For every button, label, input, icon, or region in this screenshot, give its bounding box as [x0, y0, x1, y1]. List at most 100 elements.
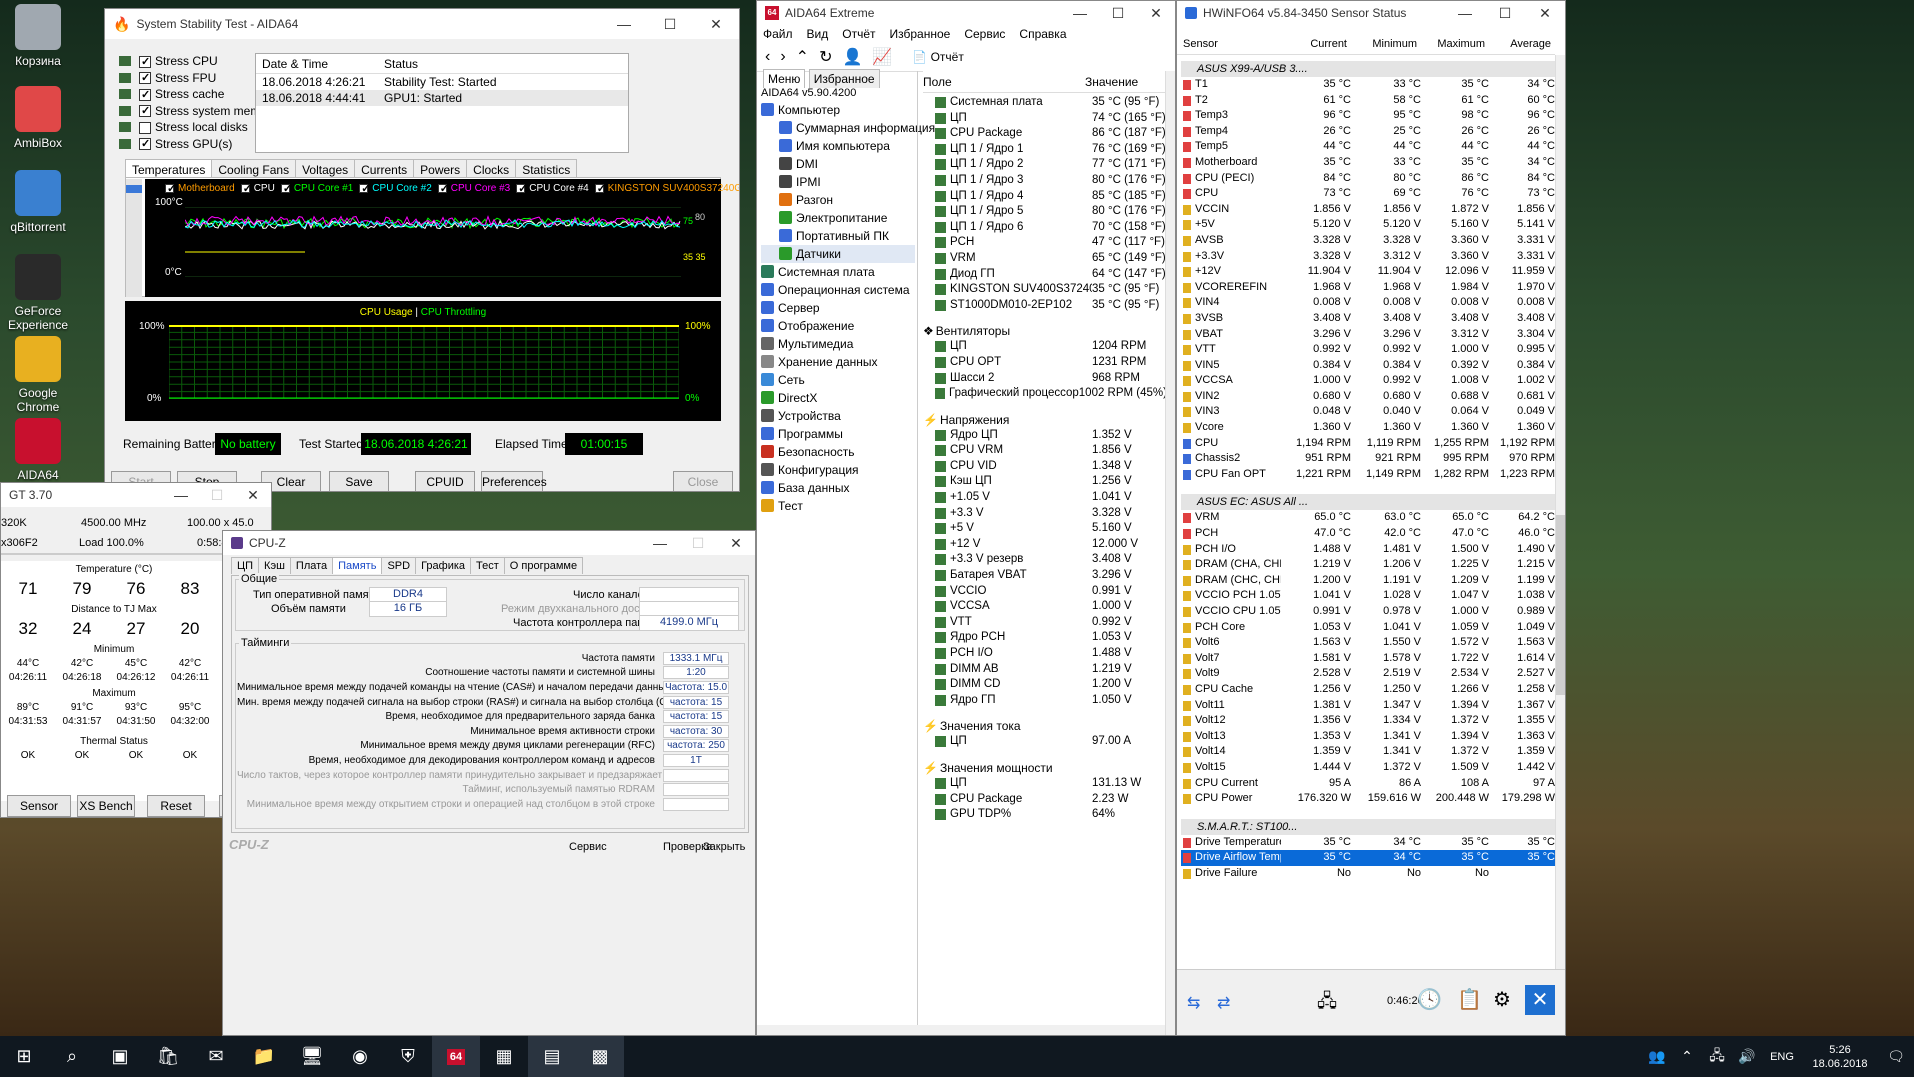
hw-header-maximum[interactable]: Maximum [1417, 33, 1485, 54]
sensor-row[interactable]: VCCIO 0.991 V [923, 584, 1167, 600]
reset-button[interactable]: Reset [147, 795, 205, 817]
sensor-row[interactable]: ЦП 131.13 W [923, 776, 1167, 792]
arrows-left-icon[interactable]: ⇆ [1187, 993, 1200, 1013]
col-value[interactable]: Значение [1085, 75, 1138, 89]
hw-sensor-row[interactable]: DRAM (CHC, CHD) 1.200 V 1.191 V 1.209 V 1.19… [1181, 573, 1555, 589]
hw-sensor-row[interactable]: Volt12 1.356 V 1.334 V 1.372 V 1.355 V [1181, 713, 1555, 729]
hw-sensor-row[interactable]: Drive Failure No No No [1181, 866, 1555, 882]
cpuz-tab[interactable]: Графика [415, 557, 472, 574]
hwinfo-titlebar[interactable]: HWiNFO64 v5.84-3450 Sensor Status — ☐ ✕ [1177, 1, 1565, 25]
report-add-icon[interactable]: 📋 [1457, 987, 1482, 1012]
hw-sensor-row[interactable]: VCCIO CPU 1.05V 0.991 V 0.978 V 1.000 V 0.98… [1181, 604, 1555, 620]
tree-item[interactable]: Портативный ПК [761, 227, 915, 245]
tab-menu[interactable]: Меню [763, 69, 806, 88]
hw-sensor-row[interactable]: AVSB 3.328 V 3.328 V 3.360 V 3.331 V [1181, 233, 1555, 249]
report-button[interactable]: Отчёт [931, 50, 964, 64]
hw-sensor-row[interactable]: VIN3 0.048 V 0.040 V 0.064 V 0.049 V [1181, 404, 1555, 420]
cpuz-tab[interactable]: О программе [503, 557, 584, 574]
col-field[interactable]: Поле [923, 75, 1085, 89]
maximize-button[interactable]: ☐ [199, 483, 235, 510]
app-taskbar-icon[interactable]: ▦ [480, 1036, 528, 1077]
tree-item[interactable]: Разгон [761, 191, 915, 209]
hw-sensor-row[interactable]: PCH Core 1.053 V 1.041 V 1.059 V 1.049 V [1181, 620, 1555, 636]
log-row[interactable]: 18.06.2018 4:26:21 Stability Test: Starte… [256, 74, 628, 90]
cpuz-titlebar[interactable]: CPU-Z — ☐ ✕ [223, 531, 755, 555]
hw-sensor-row[interactable]: Chassis2 951 RPM 921 RPM 995 RPM 970 RPM [1181, 451, 1555, 467]
hw-sensor-row[interactable]: VCCIN 1.856 V 1.856 V 1.872 V 1.856 V [1181, 202, 1555, 218]
tree-item[interactable]: Устройства [761, 407, 915, 425]
tree-item[interactable]: Хранение данных [761, 353, 915, 371]
hw-header-minimum[interactable]: Minimum [1347, 33, 1417, 54]
cpuid-button[interactable]: CPUID [415, 471, 475, 491]
stress-checkbox[interactable] [139, 103, 151, 120]
hw-sensor-row[interactable]: T2 61 °C 58 °C 61 °C 60 °C [1181, 93, 1555, 109]
language-indicator[interactable]: ENG [1762, 1036, 1802, 1077]
hw-sensor-row[interactable]: CPU Fan OPT 1,221 RPM 1,149 RPM 1,282 RPM 1,… [1181, 467, 1555, 483]
hw-sensor-row[interactable]: VTT 0.992 V 0.992 V 1.000 V 0.995 V [1181, 342, 1555, 358]
desktop-icon-recycle-bin[interactable]: Корзина [4, 4, 72, 68]
log-row[interactable]: 18.06.2018 4:44:41 GPU1: Started [256, 90, 628, 106]
stress-option[interactable]: Stress CPU [119, 53, 277, 70]
hw-sensor-row[interactable]: Drive Airflow Temp... 35 °C 34 °C 35 °C 35 °… [1181, 850, 1555, 866]
mail-icon[interactable]: ✉ [192, 1036, 240, 1077]
sensor-row[interactable]: Системная плата 35 °C (95 °F) [923, 95, 1167, 111]
sensor-row[interactable]: VTT 0.992 V [923, 615, 1167, 631]
stress-option[interactable]: Stress system memory [119, 103, 277, 120]
hw-sensor-row[interactable]: +5V 5.120 V 5.120 V 5.160 V 5.141 V [1181, 217, 1555, 233]
hw-sensor-row[interactable]: Volt6 1.563 V 1.550 V 1.572 V 1.563 V [1181, 635, 1555, 651]
tree-item[interactable]: Компьютер [761, 101, 915, 119]
tree-item[interactable]: Суммарная информация [761, 119, 935, 137]
store-icon[interactable]: 🛍 [144, 1036, 192, 1077]
temp-scroll[interactable] [126, 179, 142, 297]
sensor-row[interactable]: ЦП 1 / Ядро 6 70 °C (158 °F) [923, 220, 1167, 236]
sensor-row[interactable]: CPU Package 2.23 W [923, 792, 1167, 808]
sensor-group[interactable]: ASUS EC: ASUS All ... [1181, 494, 1555, 511]
sensor-row[interactable]: ЦП 1204 RPM [923, 339, 1167, 355]
sensor-row[interactable]: ЦП 1 / Ядро 3 80 °C (176 °F) [923, 173, 1167, 189]
sensor-row[interactable]: ЦП 97.00 A [923, 734, 1167, 750]
hw-sensor-row[interactable]: PCH 47.0 °C 42.0 °C 47.0 °C 46.0 °C [1181, 526, 1555, 542]
hw-sensor-row[interactable]: VCCSA 1.000 V 0.992 V 1.008 V 1.002 V [1181, 373, 1555, 389]
network-tray-icon[interactable]: 🖧 [1702, 1036, 1732, 1077]
sensor-row[interactable]: +1.05 V 1.041 V [923, 490, 1167, 506]
hw-sensor-row[interactable]: Volt13 1.353 V 1.341 V 1.394 V 1.363 V [1181, 729, 1555, 745]
minimize-button[interactable]: — [641, 531, 679, 558]
people-icon[interactable]: 👥 [1642, 1036, 1672, 1077]
hw-sensor-row[interactable]: Volt7 1.581 V 1.578 V 1.722 V 1.614 V [1181, 651, 1555, 667]
legend-checkbox[interactable] [437, 182, 449, 195]
legend-checkbox[interactable] [516, 182, 527, 195]
up-icon[interactable]: ⌃ [796, 47, 809, 67]
sensor-row[interactable]: Диод ГП 64 °C (147 °F) [923, 267, 1167, 283]
tree-item[interactable]: Датчики [761, 245, 915, 263]
computer-icon[interactable]: 🖥 [288, 1036, 336, 1077]
sensor-test-button[interactable]: Sensor Test [7, 795, 71, 817]
hw-sensor-row[interactable]: Temp3 96 °C 95 °C 98 °C 96 °C [1181, 108, 1555, 124]
hw-sensor-row[interactable]: VRM 65.0 °C 63.0 °C 65.0 °C 64.2 °C [1181, 510, 1555, 526]
stress-checkbox[interactable] [139, 87, 151, 103]
tank-game-icon[interactable]: ⛨ [384, 1036, 432, 1077]
sensor-row[interactable]: ЦП 1 / Ядро 4 85 °C (185 °F) [923, 189, 1167, 205]
hw-sensor-row[interactable]: VIN4 0.008 V 0.008 V 0.008 V 0.008 V [1181, 295, 1555, 311]
minimize-button[interactable]: — [163, 483, 199, 510]
sensor-row[interactable]: KINGSTON SUV400S37240G 35 °C (95 °F) [923, 282, 1167, 298]
tray-chevron-icon[interactable]: ⌃ [1672, 1036, 1702, 1077]
hw-sensor-row[interactable]: PCH I/O 1.488 V 1.481 V 1.500 V 1.490 V [1181, 542, 1555, 558]
tree-item[interactable]: Имя компьютера [761, 137, 915, 155]
hw-sensor-row[interactable]: DRAM (CHA, CHB) 1.219 V 1.206 V 1.225 V 1.21… [1181, 557, 1555, 573]
cpuz-taskbar-icon[interactable]: ▩ [576, 1036, 624, 1077]
sensor-row[interactable]: VRM 65 °C (149 °F) [923, 251, 1167, 267]
sensor-row[interactable]: Кэш ЦП 1.256 V [923, 474, 1167, 490]
chrome-icon[interactable]: ◉ [336, 1036, 384, 1077]
hw-sensor-row[interactable]: VCOREREFIN 1.968 V 1.968 V 1.984 V 1.970 V [1181, 280, 1555, 296]
tab-favorites[interactable]: Избранное [808, 69, 880, 88]
tree-item[interactable]: Отображение [761, 317, 915, 335]
settings-icon[interactable]: ⚙ [1493, 987, 1511, 1012]
hw-sensor-row[interactable]: Motherboard 35 °C 33 °C 35 °C 34 °C [1181, 155, 1555, 171]
report-icon[interactable]: 📄 Отчёт [912, 50, 964, 64]
desktop-icon-qbittorrent[interactable]: qBittorrent [4, 170, 72, 234]
hw-sensor-row[interactable]: Temp5 44 °C 44 °C 44 °C 44 °C [1181, 139, 1555, 155]
legend-checkbox[interactable] [165, 182, 176, 195]
tools-button[interactable]: Сервис [569, 841, 607, 853]
sensor-row[interactable]: GPU TDP% 64% [923, 807, 1167, 823]
hw-sensor-row[interactable]: VCCIO PCH 1.05V 1.041 V 1.028 V 1.047 V 1.03… [1181, 588, 1555, 604]
